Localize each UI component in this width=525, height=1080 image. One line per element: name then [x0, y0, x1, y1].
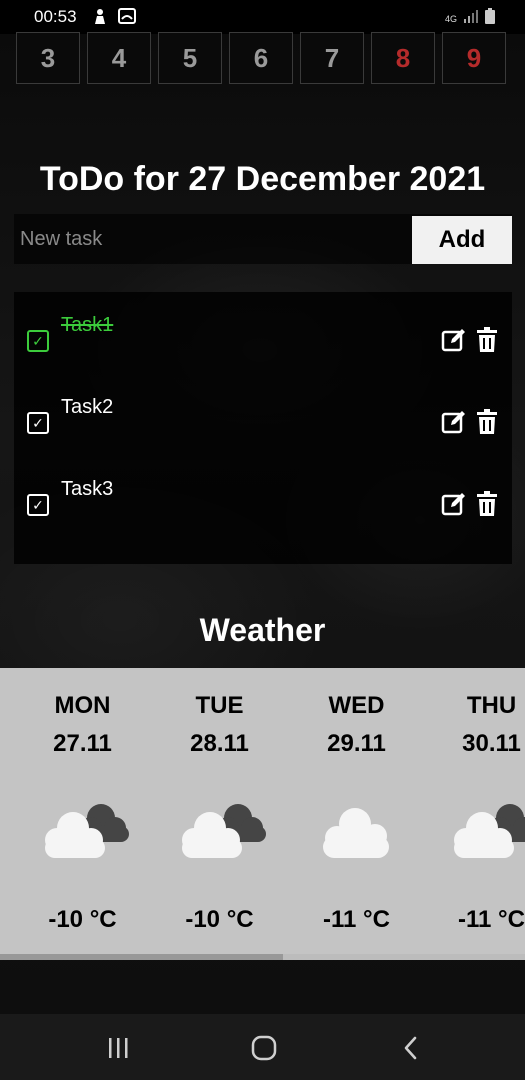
- todo-title: ToDo for 27 December 2021: [39, 160, 486, 198]
- task-row: ✓ Task1: [14, 292, 512, 374]
- notification-icon: [92, 8, 108, 31]
- calendar-day[interactable]: 4: [87, 32, 151, 84]
- calendar-day-weekend[interactable]: 9: [442, 32, 506, 84]
- edit-icon[interactable]: [441, 327, 467, 353]
- weather-temperature: -10 °C: [48, 906, 117, 933]
- calendar-day[interactable]: 5: [158, 32, 222, 84]
- partly-cloudy-icon: [444, 798, 525, 866]
- task-checkbox[interactable]: ✓: [27, 412, 49, 434]
- recents-icon[interactable]: [102, 1034, 134, 1062]
- weather-forecast-panel[interactable]: MON 27.11 -10 °C TUE 28.11 -10 °C WED 29…: [0, 668, 525, 960]
- weather-day-name: THU: [466, 692, 517, 719]
- signal-icon: [463, 9, 479, 28]
- edit-icon[interactable]: [441, 491, 467, 517]
- task-checkbox[interactable]: ✓: [27, 494, 49, 516]
- cloud-icon: [309, 798, 405, 866]
- calendar-day-weekend[interactable]: 8: [371, 32, 435, 84]
- weather-day-date: 30.11: [462, 730, 521, 757]
- task-checkbox[interactable]: ✓: [27, 330, 49, 352]
- weather-day-name: MON: [54, 692, 111, 719]
- weather-day-date: 29.11: [327, 730, 386, 757]
- weather-temperature: -11 °C: [323, 906, 390, 933]
- weather-title: Weather: [199, 612, 326, 648]
- weather-scrollbar-thumb[interactable]: [0, 954, 283, 960]
- weather-day-date: 27.11: [53, 730, 112, 757]
- delete-icon[interactable]: [476, 409, 498, 435]
- home-icon[interactable]: [248, 1034, 280, 1062]
- add-task-row: Add: [14, 214, 512, 264]
- new-task-input[interactable]: [14, 214, 404, 264]
- navigation-bar: [0, 1014, 525, 1080]
- task-label: Task3: [61, 478, 114, 500]
- weather-temperature: -10 °C: [185, 906, 254, 933]
- task-row: ✓ Task3: [14, 456, 512, 538]
- delete-icon[interactable]: [476, 491, 498, 517]
- weather-temperature: -11 °C: [458, 906, 525, 933]
- calendar-strip: 3 4 5 6 7 8 9: [16, 32, 514, 86]
- network-type-label: 4G: [444, 13, 457, 24]
- partly-cloudy-icon: [172, 798, 268, 866]
- weather-day-name: TUE: [195, 692, 244, 719]
- edit-icon[interactable]: [441, 409, 467, 435]
- calendar-day[interactable]: 7: [300, 32, 364, 84]
- calendar-day[interactable]: 3: [16, 32, 80, 84]
- task-label: Task1: [61, 314, 114, 336]
- task-label: Task2: [61, 396, 114, 418]
- calendar-day[interactable]: 6: [229, 32, 293, 84]
- status-time: 00:53: [34, 7, 77, 26]
- cast-icon: [118, 8, 136, 29]
- weather-day-date: 28.11: [190, 730, 249, 757]
- add-task-button[interactable]: Add: [412, 216, 512, 264]
- weather-day-name: WED: [328, 692, 385, 719]
- task-list: ✓ Task1 ✓ Task2 ✓ Task3: [14, 292, 512, 564]
- status-bar: 00:53 4G: [0, 0, 525, 34]
- weather-scrollbar[interactable]: [0, 954, 525, 960]
- back-icon[interactable]: [394, 1034, 426, 1062]
- battery-icon: [485, 8, 495, 29]
- delete-icon[interactable]: [476, 327, 498, 353]
- task-row: ✓ Task2: [14, 374, 512, 456]
- partly-cloudy-icon: [35, 798, 131, 866]
